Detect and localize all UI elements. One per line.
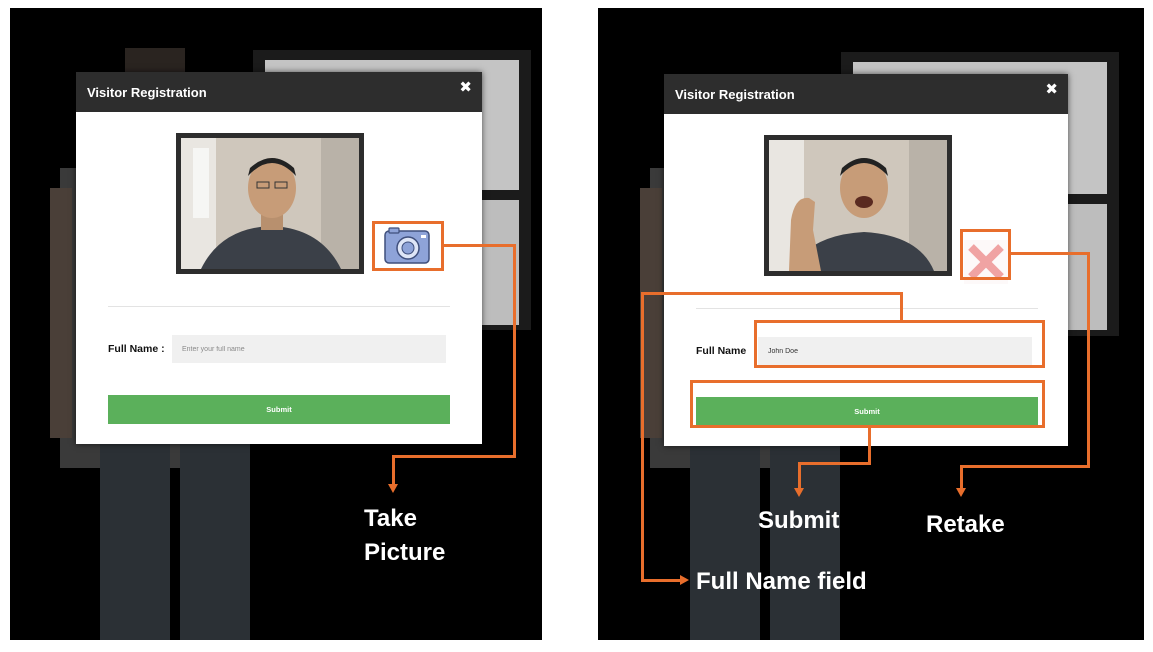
full-name-field-highlight bbox=[754, 320, 1045, 368]
form-divider bbox=[696, 308, 1038, 309]
close-icon[interactable]: ✖ bbox=[459, 78, 472, 96]
full-name-label: Full Name : bbox=[108, 343, 165, 355]
submit-button[interactable]: Submit bbox=[108, 395, 450, 424]
modal-header: Visitor Registration ✖ bbox=[76, 72, 482, 112]
panel-after-capture: Visitor Registration ✖ Full Name John Do… bbox=[598, 8, 1144, 640]
retake-highlight bbox=[960, 229, 1011, 280]
callout-full-name-field: Full Name field bbox=[696, 568, 867, 595]
modal-title: Visitor Registration bbox=[675, 87, 795, 102]
modal-title: Visitor Registration bbox=[87, 85, 207, 100]
callout-take-picture: Take Picture bbox=[364, 505, 446, 566]
webcam-preview bbox=[176, 133, 364, 274]
captured-photo bbox=[764, 135, 952, 276]
form-divider bbox=[108, 306, 450, 307]
captured-photo-image bbox=[769, 140, 947, 271]
close-icon[interactable]: ✖ bbox=[1045, 80, 1058, 98]
callout-retake: Retake bbox=[926, 511, 1005, 538]
panel-before-capture: Visitor Registration ✖ Full Name: Enter… bbox=[10, 8, 542, 640]
full-name-label: Full Name bbox=[696, 345, 747, 357]
take-picture-highlight bbox=[372, 221, 444, 271]
webcam-photo bbox=[181, 138, 359, 269]
full-name-input[interactable] bbox=[172, 335, 446, 363]
submit-highlight bbox=[690, 380, 1045, 428]
modal-header: Visitor Registration ✖ bbox=[664, 74, 1068, 114]
callout-submit: Submit bbox=[758, 507, 840, 534]
